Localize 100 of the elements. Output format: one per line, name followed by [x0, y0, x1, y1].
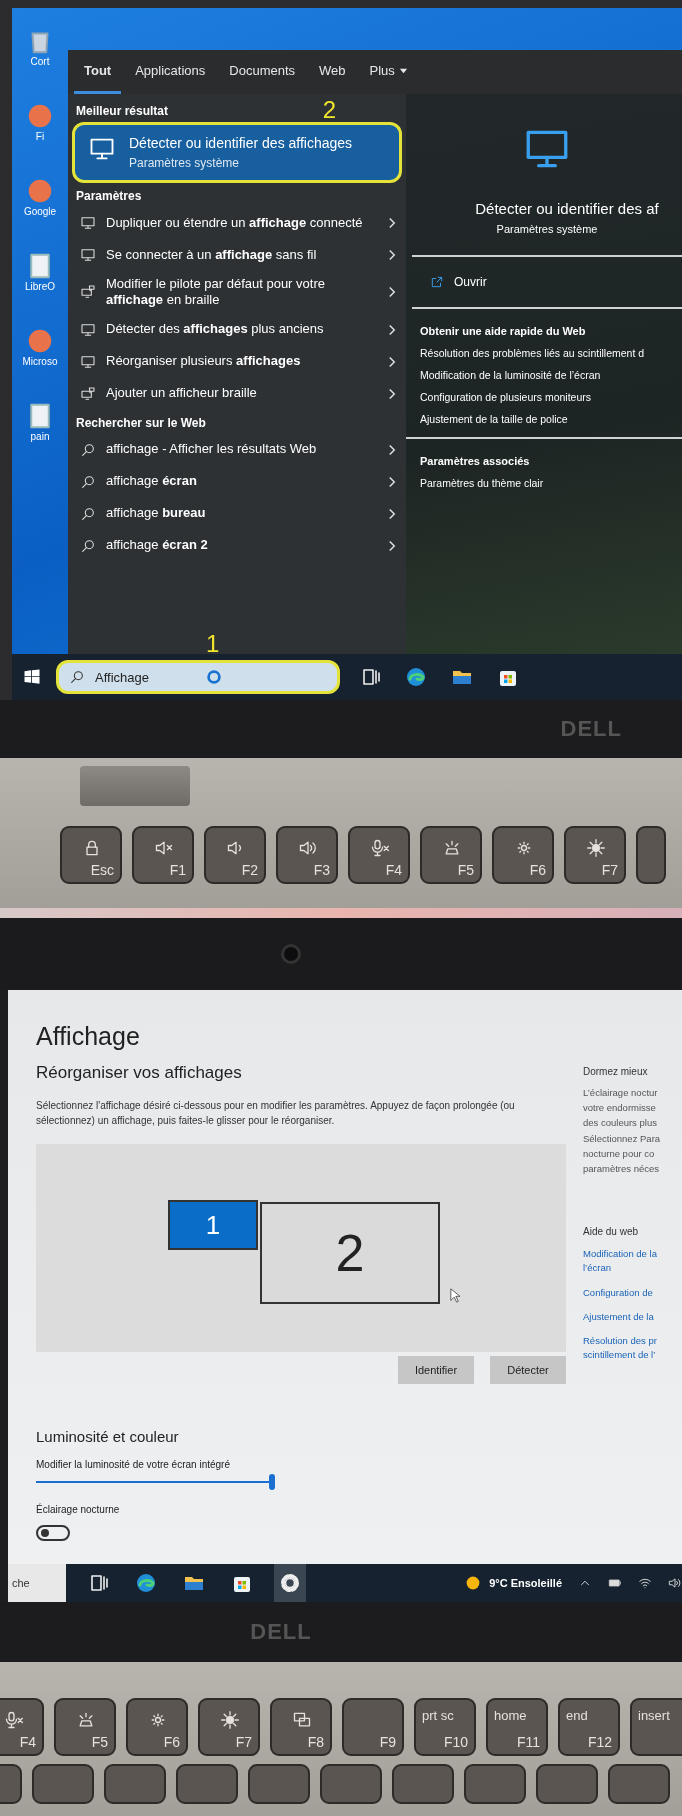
keyboard-key[interactable]: [320, 1764, 382, 1804]
keyboard-key[interactable]: [636, 826, 666, 884]
logo: DELL: [560, 716, 622, 742]
keyboard-key[interactable]: F1: [132, 826, 194, 884]
brightness-slider[interactable]: [36, 1474, 272, 1490]
keyboard-key[interactable]: insert: [630, 1698, 682, 1756]
search-icon: [80, 441, 96, 458]
desktop-icon-label: pain: [30, 431, 50, 442]
filter-tab[interactable]: Plus: [359, 50, 418, 94]
keyboard-key[interactable]: [608, 1764, 670, 1804]
help-link[interactable]: Résolution des pr scintillement de l’: [583, 1334, 682, 1363]
keyboard-key[interactable]: F5: [54, 1698, 116, 1756]
search-result[interactable]: Dupliquer ou étendre un affichage connecté: [68, 207, 406, 239]
slider-label: Modifier la luminosité de votre écran intégré: [36, 1459, 231, 1470]
weather-text[interactable]: 9°C Ensoleillé: [489, 1577, 562, 1589]
keyboard-key[interactable]: [248, 1764, 310, 1804]
page-title: Affichage: [36, 1022, 141, 1051]
microphone-mute-icon: [4, 1710, 24, 1730]
keyboard-key[interactable]: Esc: [60, 826, 122, 884]
windows-logo-icon[interactable]: [22, 667, 42, 687]
battery-icon[interactable]: [608, 1576, 622, 1590]
display-tile[interactable]: 1: [168, 1200, 258, 1250]
search-result[interactable]: affichage écran: [68, 465, 406, 498]
keyboard-key[interactable]: [392, 1764, 454, 1804]
search-icon: [80, 505, 96, 522]
search-result[interactable]: Se connecter à un affichage sans fil: [68, 239, 406, 271]
keyboard-key[interactable]: [32, 1764, 94, 1804]
section-heading: Aide du web: [583, 1226, 640, 1238]
open-button[interactable]: Ouvrir: [424, 271, 493, 293]
filter-tab[interactable]: Applications: [125, 50, 216, 94]
monitor-icon: [80, 321, 96, 338]
search-result[interactable]: Ajouter un afficheur braille: [68, 377, 406, 410]
search-result[interactable]: affichage écran 2: [68, 529, 406, 562]
desktop-icon-label: LibreO: [25, 281, 55, 292]
annotation-number: 1: [206, 630, 220, 658]
monitor-icon: [80, 247, 96, 263]
keyboard-key[interactable]: end F12: [558, 1698, 620, 1756]
desktop-icon-label: Fi: [35, 131, 45, 142]
keyboard-key[interactable]: [536, 1764, 598, 1804]
search-result[interactable]: affichage bureau: [68, 497, 406, 530]
chevron-right-icon: [388, 475, 396, 488]
tip-text: L’éclairage noctur votre endormisse des couleurs plus Sélectionnez Para nocturne pour co paramètres néces: [583, 1086, 662, 1176]
help-link[interactable]: Ajustement de la: [583, 1309, 682, 1325]
related-settings-link[interactable]: Paramètres du thème clair: [420, 477, 682, 489]
keyboard-key[interactable]: F7: [564, 826, 626, 884]
action-button[interactable]: Identifier: [398, 1356, 474, 1384]
search-field[interactable]: che: [8, 1564, 66, 1602]
keyboard-key[interactable]: F5: [420, 826, 482, 884]
toggle-switch[interactable]: [36, 1525, 70, 1541]
mouse-cursor-icon: [450, 1288, 460, 1303]
keyboard-key[interactable]: F2: [204, 826, 266, 884]
keyboard-key[interactable]: F4: [0, 1698, 44, 1756]
keyboard-key[interactable]: home F11: [486, 1698, 548, 1756]
preview-subtitle: Paramètres système: [496, 223, 598, 235]
filter-tab[interactable]: Documents: [219, 50, 306, 94]
web-help-link[interactable]: Modification de la luminosité de l’écran: [420, 369, 682, 381]
volume-icon[interactable]: [668, 1576, 682, 1590]
chevron-right-icon: [388, 217, 396, 229]
weather-sun-icon: [465, 1575, 482, 1591]
sun-icon: [586, 838, 606, 858]
keyboard-key[interactable]: F6: [492, 826, 554, 884]
keyboard-key[interactable]: F8: [270, 1698, 332, 1756]
window-stack-icon: [292, 1710, 312, 1730]
section-heading: Paramètres: [75, 188, 143, 205]
monitor-chat-icon: [80, 284, 96, 301]
keyboard-key[interactable]: F4: [348, 826, 410, 884]
search-icon: [80, 537, 96, 554]
help-link[interactable]: Configuration de: [583, 1285, 682, 1300]
chevron-right-icon: [388, 443, 396, 456]
wifi-icon[interactable]: [638, 1576, 652, 1590]
best-match-result[interactable]: Détecter ou identifier des affichages Paramètres système: [72, 122, 402, 183]
help-link[interactable]: Modification de la l’écran: [583, 1247, 682, 1276]
display-tile[interactable]: 2: [260, 1202, 440, 1304]
web-help-link[interactable]: Configuration de plusieurs moniteurs: [420, 391, 682, 403]
filter-tab[interactable]: Web: [309, 50, 356, 94]
web-help-link[interactable]: Résolution des problèmes liés au scintillement d: [420, 347, 682, 359]
browser-icon[interactable]: [134, 1571, 158, 1595]
section-heading: Meilleur résultat: [75, 103, 170, 120]
section-heading: Rechercher sur le Web: [75, 414, 207, 432]
search-result[interactable]: Modifier le pilote par défaut pour votre affichage en braille: [68, 271, 406, 314]
keyboard-key[interactable]: F9: [342, 1698, 404, 1756]
search-field[interactable]: Affichage: [56, 660, 340, 694]
keyboard-key[interactable]: F7: [198, 1698, 260, 1756]
desktop-icon-label: Microso: [22, 356, 58, 367]
search-result[interactable]: Réorganiser plusieurs affichages: [68, 345, 406, 378]
keyboard-key[interactable]: F3: [276, 826, 338, 884]
keyboard-key[interactable]: prt sc F10: [414, 1698, 476, 1756]
settings-icon[interactable]: [278, 1571, 302, 1595]
description-text: Sélectionnez l'affichage désiré ci-dessous pour en modifier les paramètres. Appuyez de façon prolongée (ou sélectionnez) un affichage, puis faites-le glisser pour le réorganiser.: [36, 1099, 516, 1128]
search-result[interactable]: affichage - Afficher les résultats Web: [68, 433, 406, 466]
section-heading: Paramètres associés: [420, 455, 531, 467]
keyboard-key[interactable]: [104, 1764, 166, 1804]
keyboard-key[interactable]: [176, 1764, 238, 1804]
search-result[interactable]: Détecter des affichages plus anciens: [68, 313, 406, 346]
action-button[interactable]: Détecter: [490, 1356, 566, 1384]
web-help-link[interactable]: Ajustement de la taille de police: [420, 413, 682, 425]
keyboard-key[interactable]: F6: [126, 1698, 188, 1756]
monitor-icon: [80, 353, 96, 370]
browser-icon[interactable]: [404, 665, 428, 689]
keyboard-key[interactable]: [464, 1764, 526, 1804]
